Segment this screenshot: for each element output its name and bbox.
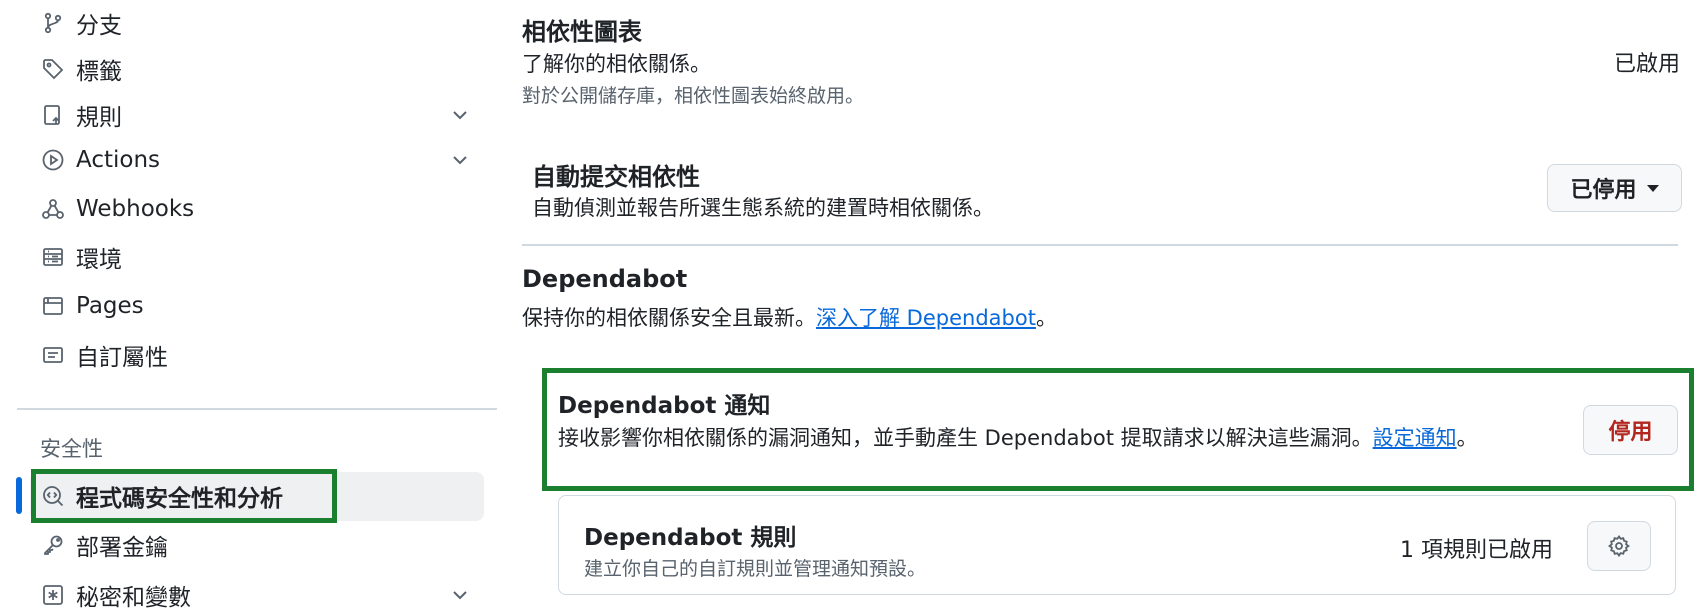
sidebar-item-label: 標籤 <box>76 59 122 85</box>
disable-alerts-button[interactable]: 停用 <box>1583 405 1678 455</box>
note-icon <box>40 342 66 368</box>
dependabot-alerts-description-text: 接收影響你相依關係的漏洞通知，並手動產生 Dependabot 提取請求以解決這… <box>558 426 1373 450</box>
configure-alerts-link[interactable]: 設定通知 <box>1373 426 1457 450</box>
dependabot-alerts-title: Dependabot 通知 <box>558 393 771 419</box>
sidebar-item-label: 自訂屬性 <box>76 345 168 371</box>
chevron-down-icon[interactable] <box>450 105 470 125</box>
sidebar-item-branches[interactable]: 分支 <box>40 3 480 43</box>
sidebar-item-webhooks[interactable]: Webhooks <box>40 189 480 229</box>
dependency-graph-title: 相依性圖表 <box>522 18 642 46</box>
dependency-graph-description: 了解你的相依關係。 <box>522 52 711 76</box>
sidebar-item-pages[interactable]: Pages <box>40 286 480 326</box>
sidebar-item-label: 環境 <box>76 247 122 273</box>
sidebar-divider <box>17 408 497 410</box>
sidebar-item-rules[interactable]: 規則 <box>40 95 480 135</box>
dropdown-value: 已停用 <box>1570 178 1637 203</box>
dependabot-rules-description: 建立你自己的自訂規則並管理通知預設。 <box>584 558 927 580</box>
section-heading-security: 安全性 <box>40 437 103 461</box>
learn-more-dependabot-link[interactable]: 深入了解 Dependabot <box>816 306 1036 330</box>
section-divider <box>522 244 1678 246</box>
auto-submission-description: 自動偵測並報告所選生態系統的建置時相依關係。 <box>532 196 994 220</box>
highlight-box <box>31 469 337 523</box>
sidebar-item-custom-properties[interactable]: 自訂屬性 <box>40 335 480 375</box>
sidebar-item-label: 秘密和變數 <box>76 585 191 608</box>
sidebar-item-label: 部署金鑰 <box>76 535 168 561</box>
dependabot-rules-title: Dependabot 規則 <box>584 525 797 551</box>
tag-icon <box>40 56 66 82</box>
sidebar-item-label: Webhooks <box>76 196 195 222</box>
sidebar-item-deploy-keys[interactable]: 部署金鑰 <box>40 525 480 565</box>
chevron-down-icon[interactable] <box>450 150 470 170</box>
asterisk-icon <box>40 582 66 608</box>
sidebar-item-actions[interactable]: Actions <box>40 140 480 180</box>
sidebar-item-secrets-variables[interactable]: 秘密和變數 <box>40 575 480 608</box>
dependabot-rules-settings-button[interactable] <box>1587 521 1651 571</box>
sidebar-item-tags[interactable]: 標籤 <box>40 49 480 89</box>
sidebar-item-label: Actions <box>76 147 161 173</box>
dependency-graph-status: 已啟用 <box>1613 52 1680 77</box>
sidebar-item-label: 分支 <box>76 13 122 39</box>
dependabot-description-text: 保持你的相依關係安全且最新。 <box>522 306 816 330</box>
dependabot-description-suffix: 。 <box>1035 306 1057 330</box>
sidebar-item-label: Pages <box>76 293 144 319</box>
caret-down-icon <box>1646 184 1659 192</box>
dependabot-title: Dependabot <box>522 265 688 293</box>
sidebar: 分支 標籤 規則 Actions Webhooks 環境 Pages 自訂屬性 … <box>0 0 500 608</box>
browser-icon <box>40 293 66 319</box>
dependabot-alerts-description: 接收影響你相依關係的漏洞通知，並手動產生 Dependabot 提取請求以解決這… <box>558 422 1478 452</box>
webhook-icon <box>40 196 66 222</box>
active-item-indicator <box>16 477 22 514</box>
dependabot-rules-status: 1 項規則已啟用 <box>1400 538 1553 563</box>
key-icon <box>40 532 66 558</box>
play-icon <box>40 147 66 173</box>
dependabot-alerts-description-suffix: 。 <box>1456 426 1478 450</box>
auto-submission-title: 自動提交相依性 <box>532 163 700 191</box>
rules-icon <box>40 102 66 128</box>
branch-icon <box>40 10 66 36</box>
sidebar-item-environments[interactable]: 環境 <box>40 237 480 277</box>
sidebar-item-label: 規則 <box>76 105 122 131</box>
auto-submission-dropdown[interactable]: 已停用 <box>1547 164 1682 212</box>
chevron-down-icon[interactable] <box>450 585 470 605</box>
dependency-graph-note: 對於公開儲存庫，相依性圖表始終啟用。 <box>522 85 865 107</box>
dependabot-description: 保持你的相依關係安全且最新。深入了解 Dependabot。 <box>522 302 1057 332</box>
environment-icon <box>40 244 66 270</box>
gear-icon <box>1607 534 1631 558</box>
